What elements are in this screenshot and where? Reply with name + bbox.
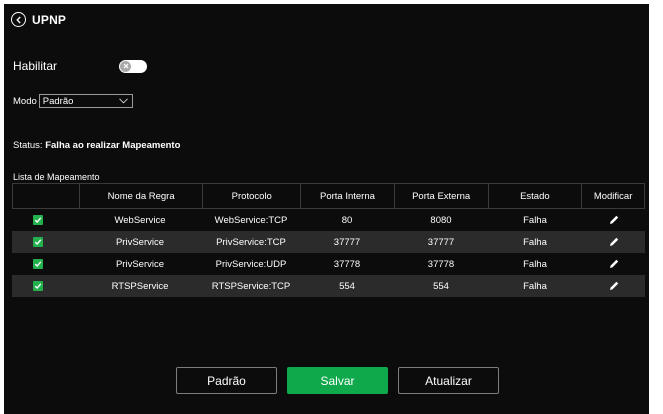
- table-row: PrivService PrivService:UDP 37778 37778 …: [12, 253, 645, 275]
- status-value: Falha ao realizar Mapeamento: [45, 140, 181, 151]
- column-header: Modificar: [581, 184, 644, 208]
- status-label: Status:: [13, 140, 43, 151]
- rule-name: WebService: [114, 214, 166, 226]
- rule-state: Falha: [523, 236, 547, 248]
- table-row: RTSPService RTSPService:TCP 554 554 Falh…: [12, 275, 645, 297]
- mode-select-value: Padrão: [42, 95, 74, 107]
- table-row: WebService WebService:TCP 80 8080 Falha: [12, 209, 645, 231]
- edit-pencil-icon[interactable]: [608, 236, 620, 248]
- rule-state: Falha: [523, 258, 547, 270]
- rule-protocol: RTSPService:TCP: [211, 280, 291, 292]
- rule-internal-port: 37777: [333, 236, 361, 248]
- rule-external-port: 37777: [427, 236, 455, 248]
- column-header: [13, 184, 79, 208]
- enable-label: Habilitar: [13, 59, 58, 73]
- rule-protocol: PrivService:TCP: [216, 236, 286, 248]
- rule-name: PrivService: [115, 236, 165, 248]
- column-header: Porta Externa: [393, 184, 488, 208]
- back-icon[interactable]: [11, 12, 26, 27]
- rule-internal-port: 80: [341, 214, 353, 226]
- rule-external-port: 37778: [427, 258, 455, 270]
- rule-internal-port: 37778: [333, 258, 361, 270]
- rule-name: PrivService: [115, 258, 165, 270]
- save-button[interactable]: Salvar: [287, 367, 388, 394]
- rule-external-port: 8080: [430, 214, 452, 226]
- checkbox-checked-icon[interactable]: [33, 215, 43, 225]
- page-title: UPNP: [32, 12, 67, 27]
- toggle-off-icon: [120, 60, 131, 72]
- mode-row: Modo Padrão: [13, 94, 133, 108]
- table-header: Nome da Regra Protocolo Porta Interna Po…: [12, 183, 645, 209]
- column-header: Nome da Regra: [78, 184, 203, 208]
- mode-select[interactable]: Padrão: [38, 94, 133, 108]
- edit-pencil-icon[interactable]: [608, 280, 620, 292]
- rule-internal-port: 554: [339, 280, 355, 292]
- action-buttons: Padrão Salvar Atualizar: [176, 367, 499, 394]
- mapping-table: Nome da Regra Protocolo Porta Interna Po…: [12, 183, 645, 297]
- mode-label: Modo: [13, 95, 37, 107]
- checkbox-checked-icon[interactable]: [33, 281, 43, 291]
- close-icon[interactable]: ×: [651, 13, 659, 29]
- table-row: PrivService PrivService:TCP 37777 37777 …: [12, 231, 645, 253]
- column-header: Estado: [487, 184, 582, 208]
- column-header: Porta Interna: [300, 184, 394, 208]
- rule-state: Falha: [523, 280, 547, 292]
- enable-row: Habilitar: [13, 59, 147, 73]
- checkbox-checked-icon[interactable]: [33, 237, 43, 247]
- rule-name: RTSPService: [111, 280, 169, 292]
- edit-pencil-icon[interactable]: [608, 258, 620, 270]
- column-header: Protocolo: [202, 184, 300, 208]
- chevron-down-icon: [118, 98, 128, 104]
- rule-protocol: PrivService:UDP: [215, 258, 287, 270]
- refresh-button[interactable]: Atualizar: [398, 367, 499, 394]
- enable-toggle[interactable]: [119, 59, 147, 73]
- checkbox-checked-icon[interactable]: [33, 259, 43, 269]
- rule-external-port: 554: [433, 280, 449, 292]
- mapping-list-title: Lista de Mapeamento: [13, 172, 100, 182]
- upnp-panel: UPNP Habilitar Modo Padrão Status: Falha…: [4, 4, 649, 414]
- default-button[interactable]: Padrão: [176, 367, 277, 394]
- rule-state: Falha: [523, 214, 547, 226]
- rule-protocol: WebService:TCP: [214, 214, 288, 226]
- page-header: UPNP: [11, 12, 66, 27]
- edit-pencil-icon[interactable]: [608, 214, 620, 226]
- status-line: Status: Falha ao realizar Mapeamento: [13, 140, 180, 151]
